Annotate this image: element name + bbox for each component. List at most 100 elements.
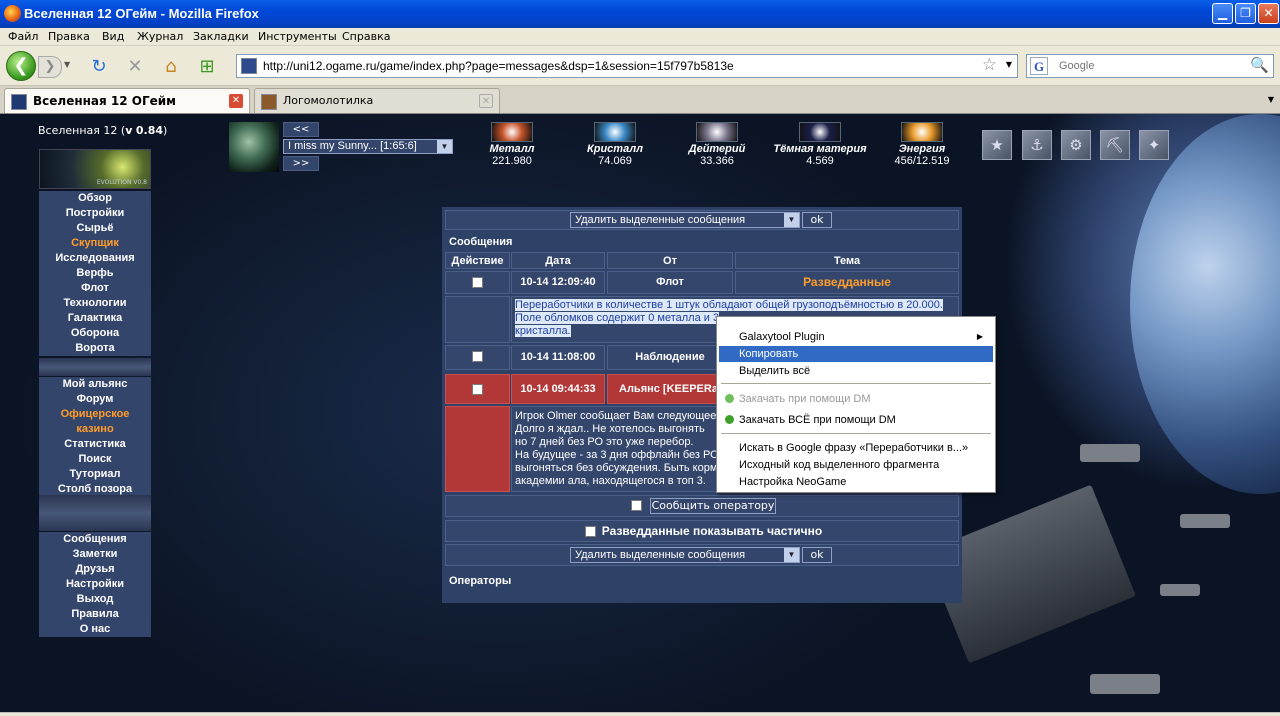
left-menu-item[interactable]: Сырьё bbox=[39, 221, 151, 236]
home-icon[interactable]: ⌂ bbox=[160, 56, 182, 78]
ctx-separator bbox=[721, 383, 991, 384]
left-menu-item[interactable]: Поиск bbox=[39, 452, 151, 467]
close-window-button[interactable]: ✕ bbox=[1258, 3, 1279, 24]
background-spaceship bbox=[1090, 674, 1160, 694]
url-dropdown-icon[interactable]: ▼ bbox=[1006, 60, 1012, 69]
bookmark-star-icon[interactable]: ☆ bbox=[982, 55, 997, 75]
left-menu-item[interactable]: Статистика bbox=[39, 437, 151, 452]
left-menu-item[interactable]: Настройки bbox=[39, 577, 151, 592]
left-menu-item[interactable]: Флот bbox=[39, 281, 151, 296]
dark-matter-icon bbox=[799, 122, 841, 142]
col-action: Действие bbox=[445, 252, 510, 269]
left-menu-item[interactable]: Офицерское bbox=[39, 407, 151, 422]
tab-ogame[interactable]: Вселенная 12 ОГейм ✕ bbox=[4, 88, 250, 113]
ctx-copy[interactable]: Копировать bbox=[719, 346, 993, 362]
left-menu-item[interactable]: Оборона bbox=[39, 326, 151, 341]
row-from: Наблюдение bbox=[607, 345, 733, 370]
menu-edit[interactable]: Правка bbox=[48, 30, 90, 43]
left-menu-item[interactable]: Скупщик bbox=[39, 236, 151, 251]
menu-history[interactable]: Журнал bbox=[137, 30, 183, 43]
firefox-icon bbox=[4, 5, 21, 22]
ctx-galaxytool-plugin[interactable]: Galaxytool Plugin ▶ bbox=[719, 329, 993, 345]
bottom-ok-button[interactable]: ok bbox=[802, 547, 832, 563]
left-menu-item[interactable]: Сообщения bbox=[39, 532, 151, 547]
menu-file[interactable]: Файл bbox=[8, 30, 38, 43]
menu-bookmarks[interactable]: Закладки bbox=[193, 30, 249, 43]
address-bar[interactable]: ☆ ▼ bbox=[236, 54, 1018, 78]
navigation-toolbar: ❮ ❯ ▼ ↻ ✕ ⌂ ⊞ ☆ ▼ G 🔍 bbox=[0, 46, 1280, 86]
new-tab-icon[interactable]: ⊞ bbox=[196, 56, 218, 78]
left-menu-item[interactable]: Заметки bbox=[39, 547, 151, 562]
left-menu-item[interactable]: Технологии bbox=[39, 296, 151, 311]
left-menu-item[interactable]: Туториал bbox=[39, 467, 151, 482]
menu-view[interactable]: Вид bbox=[102, 30, 124, 43]
bottom-action-select[interactable]: Удалить выделенные сообщения ▼ bbox=[570, 547, 800, 563]
partial-intel-label: Разведданные показывать частично bbox=[601, 524, 823, 538]
forward-button[interactable]: ❯ bbox=[38, 56, 62, 78]
row-checkbox[interactable] bbox=[472, 384, 483, 395]
hammer-favicon-icon bbox=[261, 94, 277, 110]
reload-icon[interactable]: ↻ bbox=[88, 56, 110, 78]
maximize-button[interactable]: ❐ bbox=[1235, 3, 1256, 24]
menu-help[interactable]: Справка bbox=[342, 30, 390, 43]
left-menu-item[interactable]: Постройки bbox=[39, 206, 151, 221]
search-magnifier-icon[interactable]: 🔍 bbox=[1250, 56, 1269, 74]
top-ok-button[interactable]: ok bbox=[802, 212, 832, 228]
left-menu-item[interactable]: Мой альянс bbox=[39, 377, 151, 392]
ctx-download-all-dm[interactable]: Закачать ВСЁ при помощи DM bbox=[719, 412, 993, 428]
left-menu-item[interactable]: Правила bbox=[39, 607, 151, 622]
google-engine-icon[interactable]: G bbox=[1030, 57, 1048, 75]
planet-select[interactable]: I miss my Sunny... [1:65:6] ▼ bbox=[283, 139, 453, 154]
engineer-icon[interactable]: ⚙ bbox=[1061, 130, 1091, 160]
search-bar[interactable]: G 🔍 bbox=[1026, 54, 1274, 78]
left-menu-item[interactable]: Обзор bbox=[39, 191, 151, 206]
ctx-select-all[interactable]: Выделить всё bbox=[719, 363, 993, 379]
left-menu-item[interactable]: Форум bbox=[39, 392, 151, 407]
close-tab-icon[interactable]: ✕ bbox=[229, 94, 243, 108]
menu-tools[interactable]: Инструменты bbox=[258, 30, 337, 43]
ctx-neogame-settings[interactable]: Настройка NeoGame bbox=[719, 474, 993, 490]
tab-bar: Вселенная 12 ОГейм ✕ Логомолотилка ✕ ▼ bbox=[0, 86, 1280, 114]
report-checkbox[interactable] bbox=[631, 500, 642, 511]
left-menu-item[interactable]: казино bbox=[39, 422, 151, 437]
left-menu-item[interactable]: Друзья bbox=[39, 562, 151, 577]
tab-list-icon[interactable]: ▼ bbox=[1268, 95, 1274, 104]
prev-planet-button[interactable]: << bbox=[283, 122, 319, 137]
universe-version: Вселенная 12 (v 0.84) bbox=[38, 124, 168, 137]
tab-logomolotilka[interactable]: Логомолотилка ✕ bbox=[254, 88, 500, 113]
left-menu-item[interactable]: Выход bbox=[39, 592, 151, 607]
messages-title: Сообщения bbox=[445, 233, 959, 250]
commander-icon[interactable]: ★ bbox=[982, 130, 1012, 160]
technocrat-icon[interactable]: ✦ bbox=[1139, 130, 1169, 160]
next-planet-button[interactable]: >> bbox=[283, 156, 319, 171]
left-menu-item[interactable]: Галактика bbox=[39, 311, 151, 326]
search-input[interactable] bbox=[1059, 58, 1249, 74]
close-tab-icon[interactable]: ✕ bbox=[479, 94, 493, 108]
url-input[interactable] bbox=[263, 57, 963, 75]
left-menu-item[interactable]: Ворота bbox=[39, 341, 151, 356]
row-checkbox[interactable] bbox=[472, 351, 483, 362]
context-menu: Galaxytool Plugin ▶ Копировать Выделить в… bbox=[716, 316, 996, 493]
ctx-view-selection-source[interactable]: Исходный код выделенного фрагмента bbox=[719, 457, 993, 473]
row-checkbox[interactable] bbox=[472, 277, 483, 288]
back-button[interactable]: ❮ bbox=[6, 51, 36, 81]
minimize-button[interactable]: ▁ bbox=[1212, 3, 1233, 24]
history-dropdown-icon[interactable]: ▼ bbox=[64, 60, 70, 69]
top-action-select[interactable]: Удалить выделенные сообщения ▼ bbox=[570, 212, 800, 228]
main-menu: Обзор Постройки Сырьё Скупщик Исследования Ве… bbox=[39, 191, 151, 356]
background-spaceship bbox=[1180, 514, 1230, 528]
row-subject-link[interactable]: Разведданные bbox=[735, 271, 959, 294]
admiral-icon[interactable]: ⚓ bbox=[1022, 130, 1052, 160]
deuterium-icon bbox=[696, 122, 738, 142]
report-operator-button[interactable]: Сообщить оператору bbox=[650, 498, 776, 514]
partial-intel-checkbox[interactable] bbox=[585, 526, 596, 537]
crystal-icon bbox=[594, 122, 636, 142]
stop-icon[interactable]: ✕ bbox=[124, 56, 146, 78]
ctx-google-search[interactable]: Искать в Google фразу «Переработчики в..… bbox=[719, 440, 993, 456]
metal-icon bbox=[491, 122, 533, 142]
planet-image[interactable] bbox=[229, 122, 279, 172]
left-menu-item[interactable]: О нас bbox=[39, 622, 151, 637]
left-menu-item[interactable]: Исследования bbox=[39, 251, 151, 266]
geologist-icon[interactable]: ⛏ bbox=[1100, 130, 1130, 160]
left-menu-item[interactable]: Верфь bbox=[39, 266, 151, 281]
